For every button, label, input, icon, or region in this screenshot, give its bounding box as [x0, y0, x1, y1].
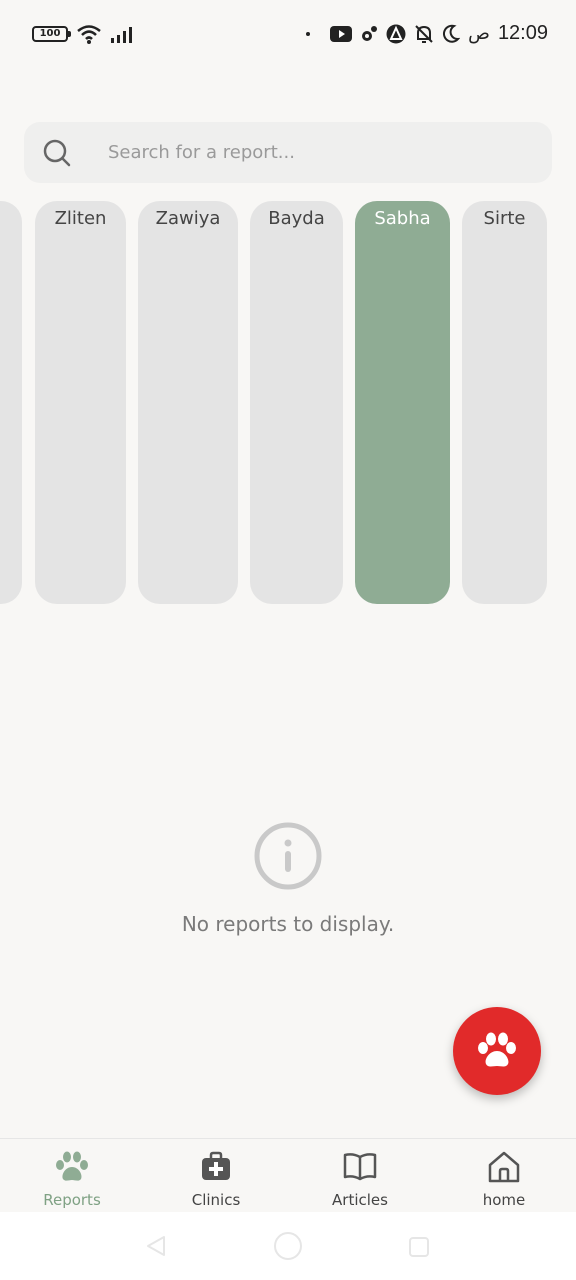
wifi-icon	[77, 25, 101, 44]
city-card-bayda[interactable]: Bayda	[250, 201, 343, 604]
home-button-icon[interactable]	[272, 1230, 304, 1262]
book-icon	[343, 1153, 377, 1181]
paw-icon	[478, 1032, 516, 1067]
moon-icon	[443, 24, 461, 43]
nav-label-articles: Articles	[332, 1191, 388, 1209]
empty-state-message: No reports to display.	[181, 912, 395, 936]
system-navigation-bar	[0, 1212, 576, 1280]
nav-clinics[interactable]: Clinics	[144, 1139, 288, 1213]
city-card-zliten[interactable]: Zliten	[35, 201, 126, 604]
add-report-fab[interactable]	[453, 1007, 541, 1095]
search-bar[interactable]	[24, 122, 552, 183]
city-card-sabha[interactable]: Sabha	[355, 201, 450, 604]
recents-icon[interactable]	[408, 1236, 430, 1258]
status-left: 100	[32, 24, 136, 44]
medical-bag-icon	[202, 1151, 230, 1180]
nav-articles[interactable]: Articles	[288, 1139, 432, 1213]
info-icon	[254, 822, 322, 890]
dot-icon	[306, 31, 311, 36]
nav-label-home: home	[482, 1191, 526, 1209]
home-icon	[488, 1151, 520, 1183]
city-card-sirte[interactable]: Sirte	[462, 201, 547, 604]
app-badge-icon	[386, 24, 406, 43]
bell-off-icon	[415, 24, 433, 43]
nav-label-reports: Reports	[43, 1191, 101, 1209]
battery-icon: 100	[32, 26, 71, 42]
city-card-partial[interactable]	[0, 201, 22, 604]
clock: 12:09	[497, 22, 548, 44]
paw-icon	[56, 1151, 88, 1181]
nav-home[interactable]: home	[432, 1139, 576, 1213]
settings-icon	[362, 25, 378, 41]
nav-reports[interactable]: Reports	[0, 1139, 144, 1213]
signal-icon	[111, 27, 132, 43]
city-card-zawiya[interactable]: Zawiya	[138, 201, 238, 604]
city-filter-row: Zliten Zawiya Bayda Sabha Sirte	[0, 201, 576, 604]
bottom-navigation: Reports Clinics Articles home	[0, 1138, 576, 1212]
status-bar: 100 ص 12:09	[0, 0, 576, 72]
nav-label-clinics: Clinics	[191, 1191, 241, 1209]
search-icon	[43, 139, 71, 167]
status-right: ص 12:09	[306, 22, 548, 45]
youtube-icon	[330, 25, 353, 42]
back-icon[interactable]	[144, 1234, 168, 1258]
search-input[interactable]	[108, 122, 528, 183]
ampm-label: ص	[468, 23, 490, 44]
